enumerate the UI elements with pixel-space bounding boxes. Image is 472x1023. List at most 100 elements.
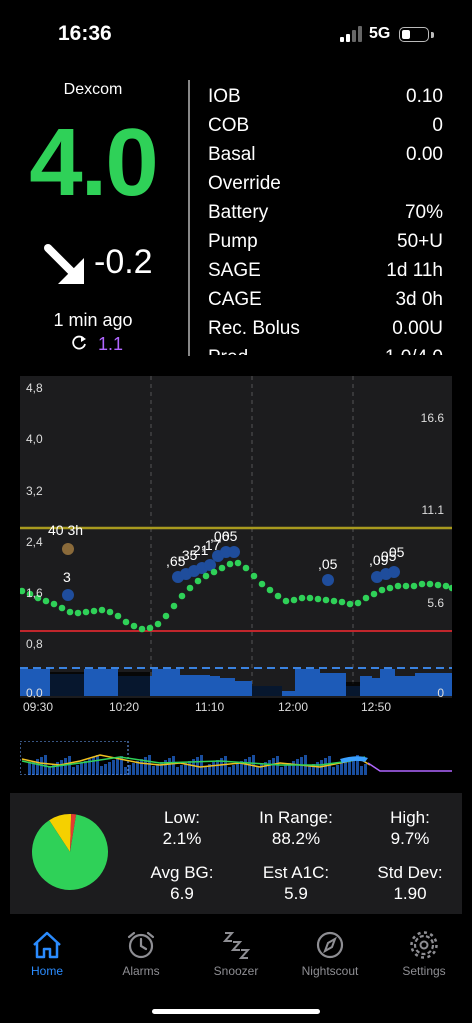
glucose-point xyxy=(178,592,186,600)
glucose-point xyxy=(282,597,290,605)
stat-value: 9.7% xyxy=(390,829,430,848)
overview-bar xyxy=(340,763,343,775)
overview-prediction xyxy=(367,762,452,772)
overview-bar xyxy=(84,761,87,775)
info-row-pump: Pump 50+U xyxy=(208,227,443,256)
bolus-marker xyxy=(322,574,334,586)
time-in-range-pie xyxy=(31,814,108,890)
stat-label: High: xyxy=(390,808,430,827)
info-value: 0.00U xyxy=(392,318,443,339)
overview-bar xyxy=(284,765,287,775)
overview-bar xyxy=(116,758,119,775)
glucose-point xyxy=(50,600,58,608)
left-tick: 0,0 xyxy=(26,686,43,698)
house-icon xyxy=(33,931,61,959)
glucose-point xyxy=(74,609,82,617)
left-tick: 4,8 xyxy=(26,381,43,395)
stat-value: 88.2% xyxy=(271,829,321,848)
glucose-point xyxy=(370,590,378,598)
tab-nightscout[interactable]: Nightscout xyxy=(290,930,370,978)
glucose-point xyxy=(98,606,106,614)
glucose-point xyxy=(426,580,434,588)
overview-bar xyxy=(292,761,295,775)
overview-bar xyxy=(64,758,67,775)
tab-home[interactable]: Home xyxy=(7,930,87,978)
overview-bar xyxy=(212,762,215,775)
stat-label: Low: xyxy=(164,808,200,827)
info-label: Override xyxy=(208,173,281,194)
info-value: 1d 11h xyxy=(386,260,443,281)
glucose-point xyxy=(442,582,450,590)
overview-bar xyxy=(272,758,275,775)
tab-settings[interactable]: Settings xyxy=(384,930,464,978)
tab-label: Home xyxy=(30,964,63,978)
stat-low: Low: 2.1% xyxy=(127,807,237,849)
glucose-point xyxy=(378,586,386,594)
basal-bar xyxy=(380,669,395,696)
glucose-point xyxy=(154,620,162,628)
refresh-icon xyxy=(72,335,86,350)
info-label: SAGE xyxy=(208,260,261,281)
stat-value: 6.9 xyxy=(170,884,194,903)
stat-a1c: Est A1C: 5.9 xyxy=(241,862,351,904)
glucose-point xyxy=(162,612,170,620)
info-value: 70% xyxy=(404,202,443,223)
overview-bar xyxy=(236,763,239,775)
overview-bar xyxy=(224,756,227,775)
tab-snoozer[interactable]: Snoozer xyxy=(196,930,276,978)
x-tick: 11:10 xyxy=(195,700,225,714)
info-label: COB xyxy=(208,115,250,136)
glucose-point xyxy=(58,604,66,612)
overview-bar xyxy=(112,760,115,775)
stat-value: 5.9 xyxy=(284,884,308,903)
info-row-override: Override xyxy=(208,169,443,198)
basal-bar xyxy=(84,669,118,696)
overview-bar xyxy=(260,764,263,775)
x-tick: 12:50 xyxy=(361,700,392,714)
info-row-sage: SAGE 1d 11h xyxy=(208,256,443,285)
overview-bar xyxy=(104,764,107,775)
overview-bar xyxy=(172,756,175,775)
glucose-point xyxy=(130,622,138,630)
x-tick: 09:30 xyxy=(23,700,54,714)
glucose-point xyxy=(362,594,370,602)
info-label: Pred. xyxy=(208,343,253,355)
glucose-point xyxy=(42,597,50,605)
glucose-point xyxy=(402,582,410,590)
glucose-point xyxy=(258,580,266,588)
battery-nub xyxy=(431,32,434,38)
overview-bar xyxy=(72,767,75,775)
overview-bar xyxy=(96,755,99,775)
info-value: 0.00 xyxy=(406,144,443,165)
info-value: 0 xyxy=(432,115,443,136)
overview-chart[interactable] xyxy=(20,741,452,775)
cellular-signal-icon xyxy=(340,26,362,42)
tab-alarms[interactable]: Alarms xyxy=(101,930,181,978)
info-row-battery: Battery 70% xyxy=(208,198,443,227)
overview-bar xyxy=(228,767,231,775)
overview-bar xyxy=(360,766,363,775)
basal-gap xyxy=(50,672,84,696)
info-row-pred: Pred. 1.0/4.0 xyxy=(208,343,443,355)
glucose-point xyxy=(434,581,442,589)
basal-gap xyxy=(346,682,360,696)
x-tick: 12:00 xyxy=(278,700,309,714)
glucose-point xyxy=(386,584,394,592)
left-tick: 1,6 xyxy=(26,586,43,600)
glucose-point xyxy=(202,572,210,580)
overview-bar xyxy=(280,767,283,775)
info-table[interactable]: IOB 0.10 COB 0 Basal 0.00 Override Battery 7… xyxy=(208,82,443,355)
zzz-icon xyxy=(222,932,251,959)
overview-bar xyxy=(296,759,299,775)
glucose-point xyxy=(106,608,114,616)
glucose-point xyxy=(122,618,130,626)
glucose-point xyxy=(138,625,146,633)
glucose-chart[interactable]: 4,8 4,0 3,2 2,4 1,6 0,8 0,0 16.6 11.1 5.… xyxy=(20,376,452,698)
glucose-point xyxy=(290,596,298,604)
stat-avg-bg: Avg BG: 6.9 xyxy=(127,862,237,904)
info-label: IOB xyxy=(208,86,241,107)
battery-icon xyxy=(399,27,429,42)
basal-bar xyxy=(395,676,415,696)
glucose-point xyxy=(330,597,338,605)
glucose-point xyxy=(194,577,202,585)
